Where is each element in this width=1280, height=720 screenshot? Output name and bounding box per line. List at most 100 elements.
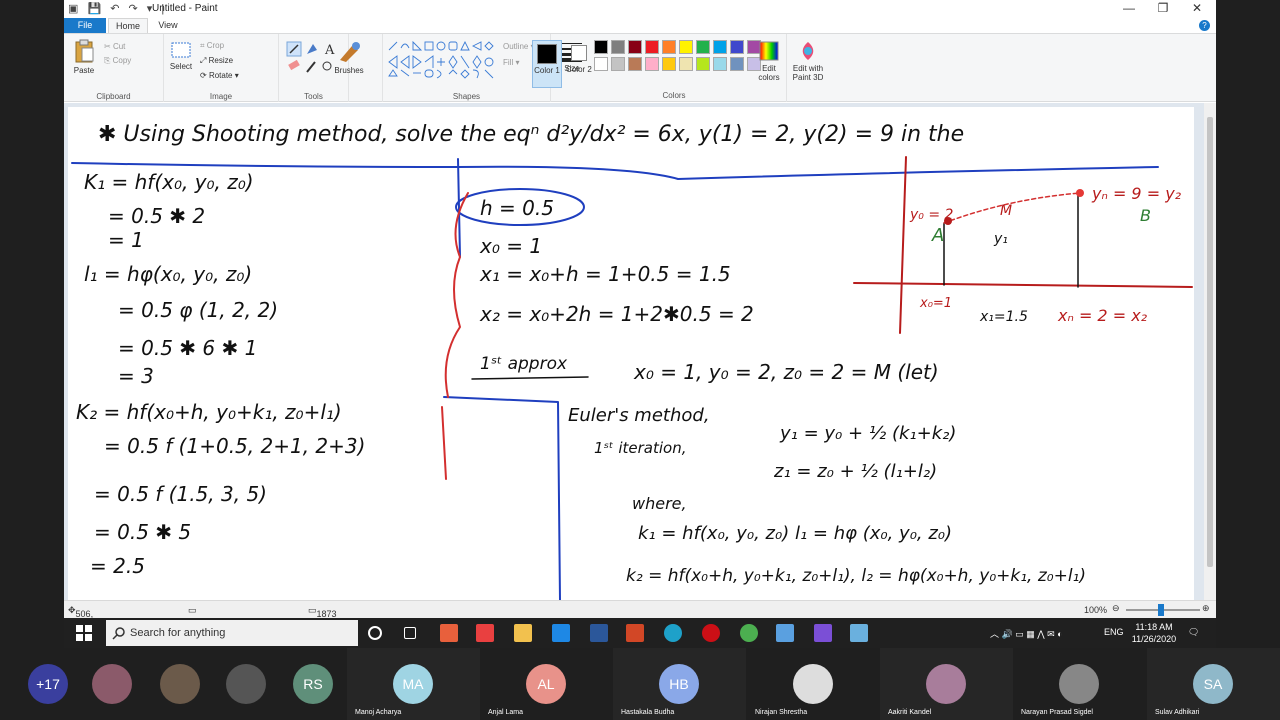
color1-button[interactable]: Color 1 (532, 40, 562, 88)
palette-swatch[interactable] (611, 57, 625, 71)
image-label: Image (209, 92, 233, 101)
minimize-button[interactable]: — (1112, 1, 1146, 15)
palette-swatch[interactable] (662, 40, 676, 54)
task-view-icon[interactable] (404, 627, 416, 639)
chrome-icon[interactable] (740, 624, 758, 642)
edit-colors-button[interactable]: Edit colors (754, 40, 784, 82)
cut-button[interactable]: ✂ Cut (104, 42, 125, 51)
title-bar: ▣ 💾 ↶ ↷ ▾ | Untitled - Paint — ❐ ✕ (64, 0, 1216, 18)
language-indicator[interactable]: ENG (1104, 627, 1124, 637)
participant-tile[interactable]: SA Sulav Adhikari (1147, 648, 1280, 720)
cortana-icon[interactable] (368, 626, 382, 640)
participant-name: Anjal Lama (488, 709, 524, 716)
participant-avatar: MA (393, 664, 433, 704)
zoom-out-button[interactable]: ⊖ (1112, 603, 1120, 614)
color-palette[interactable] (590, 39, 761, 91)
participant-tile[interactable]: Nirajan Shrestha (747, 648, 880, 720)
palette-swatch[interactable] (611, 40, 625, 54)
participant-photo-1 (92, 664, 132, 704)
tab-view[interactable]: View (150, 18, 186, 33)
palette-swatch[interactable] (696, 40, 710, 54)
palette-swatch[interactable] (628, 40, 642, 54)
participant-tile[interactable]: Narayan Prasad Sigdel (1013, 648, 1146, 720)
participant-name: Sulav Adhikari (1155, 709, 1200, 716)
crop-button[interactable]: ⌗ Crop (200, 41, 224, 51)
tab-home[interactable]: Home (108, 18, 148, 33)
palette-swatch[interactable] (645, 40, 659, 54)
close-button[interactable]: ✕ (1180, 1, 1214, 15)
participant-tile[interactable]: Aakriti Kandel (880, 648, 1013, 720)
participant-tile[interactable]: AL Anjal Lama (480, 648, 613, 720)
selection-icon: ▭ (188, 605, 197, 615)
right-line-1: Euler's method, (568, 405, 710, 426)
maximize-button[interactable]: ❐ (1146, 1, 1180, 15)
resize-button[interactable]: ⤢ Resize (200, 56, 233, 66)
left-derivation: K₁ = hf(x₀, y₀, z₀) = 0.5 ✱ 2 = 1 l₁ = h… (76, 170, 365, 578)
app-icon-1[interactable] (440, 624, 458, 642)
zoom-slider-thumb[interactable] (1158, 604, 1164, 616)
scroll-thumb[interactable] (1207, 117, 1213, 567)
select-button[interactable]: Select (168, 40, 194, 71)
participant-avatar: SA (1193, 664, 1233, 704)
teams-icon[interactable] (814, 624, 832, 642)
paste-button[interactable]: Paste (70, 38, 98, 75)
word-icon[interactable] (590, 624, 608, 642)
tray-icons[interactable]: ︿ 🔊 ▭ ▦ ⋀ ✉ ◐ (990, 627, 1063, 640)
paste-icon (75, 39, 94, 63)
app-icon-2[interactable] (476, 624, 494, 642)
brushes-button-main[interactable]: Brushes (332, 40, 366, 75)
meeting-participants: +17 RS MA Manoj Acharya AL Anjal Lama HB Hast… (0, 648, 1280, 720)
taskbar-search[interactable]: Search for anything (106, 620, 358, 646)
palette-swatch[interactable] (662, 57, 676, 71)
participant-tile[interactable]: HB Hastakala Budha (613, 648, 746, 720)
edge-icon[interactable] (664, 624, 682, 642)
paint3d-button[interactable]: Edit with Paint 3D (788, 40, 828, 82)
drawing-canvas[interactable]: ✱ Using Shooting method, solve the eqⁿ d… (68, 107, 1194, 600)
palette-swatch[interactable] (679, 57, 693, 71)
palette-swatch[interactable] (730, 40, 744, 54)
shapes-gallery[interactable] (387, 40, 499, 80)
palette-swatch[interactable] (696, 57, 710, 71)
rotate-button[interactable]: ⟳ Rotate ▾ (200, 71, 239, 80)
paint-taskbar-icon[interactable] (850, 624, 868, 642)
zoom-in-button[interactable]: ⊕ (1202, 603, 1210, 614)
opera-icon[interactable] (702, 624, 720, 642)
app-icon-3[interactable] (776, 624, 794, 642)
tab-file[interactable]: File (64, 18, 106, 33)
palette-swatch[interactable] (713, 40, 727, 54)
participant-tile[interactable]: MA Manoj Acharya (347, 648, 480, 720)
more-participants[interactable]: +17 (28, 664, 68, 704)
left-line-10: = 0.5 f (1.5, 3, 5) (94, 482, 267, 506)
file-explorer-icon[interactable] (514, 624, 532, 642)
participant-avatar (926, 664, 966, 704)
middle-line-6: x₀ = 1, y₀ = 2, z₀ = 2 = M (let) (633, 360, 939, 384)
palette-swatch[interactable] (594, 57, 608, 71)
middle-line-4: x₂ = x₀+2h = 1+2✱0.5 = 2 (479, 302, 754, 326)
palette-swatch[interactable] (713, 57, 727, 71)
palette-swatch[interactable] (679, 40, 693, 54)
help-icon[interactable]: ? (1199, 20, 1210, 31)
graph-y0: y₀ = 2 (909, 207, 954, 223)
palette-swatch[interactable] (645, 57, 659, 71)
palette-swatch[interactable] (730, 57, 744, 71)
clipboard-label: Clipboard (96, 92, 131, 101)
outline-button[interactable]: Outline ▾ (503, 42, 535, 51)
graph-A: A (931, 225, 944, 246)
copy-button[interactable]: ⎘ Copy (104, 56, 131, 66)
left-line-2: = 0.5 ✱ 2 (108, 204, 205, 228)
vertical-scrollbar[interactable] (1204, 103, 1216, 600)
participant-name: Narayan Prasad Sigdel (1021, 709, 1093, 716)
notification-icon[interactable]: 🗨 (1188, 627, 1199, 638)
fill-button[interactable]: Fill ▾ (503, 58, 519, 67)
clock[interactable]: 11:18 AM 11/26/2020 (1128, 621, 1180, 645)
handwritten-notes: ✱ Using Shooting method, solve the eqⁿ d… (71, 122, 1193, 600)
mail-icon[interactable] (552, 624, 570, 642)
rainbow-icon (759, 41, 779, 61)
windows-start-icon[interactable] (74, 623, 94, 643)
palette-swatch[interactable] (594, 40, 608, 54)
canvas-area: ✱ Using Shooting method, solve the eqⁿ d… (64, 103, 1216, 600)
right-line-4: z₁ = z₀ + ½ (l₁+l₂) (773, 461, 937, 482)
palette-swatch[interactable] (628, 57, 642, 71)
powerpoint-icon[interactable] (626, 624, 644, 642)
ribbon-tabs: File Home View ? (64, 18, 1216, 33)
